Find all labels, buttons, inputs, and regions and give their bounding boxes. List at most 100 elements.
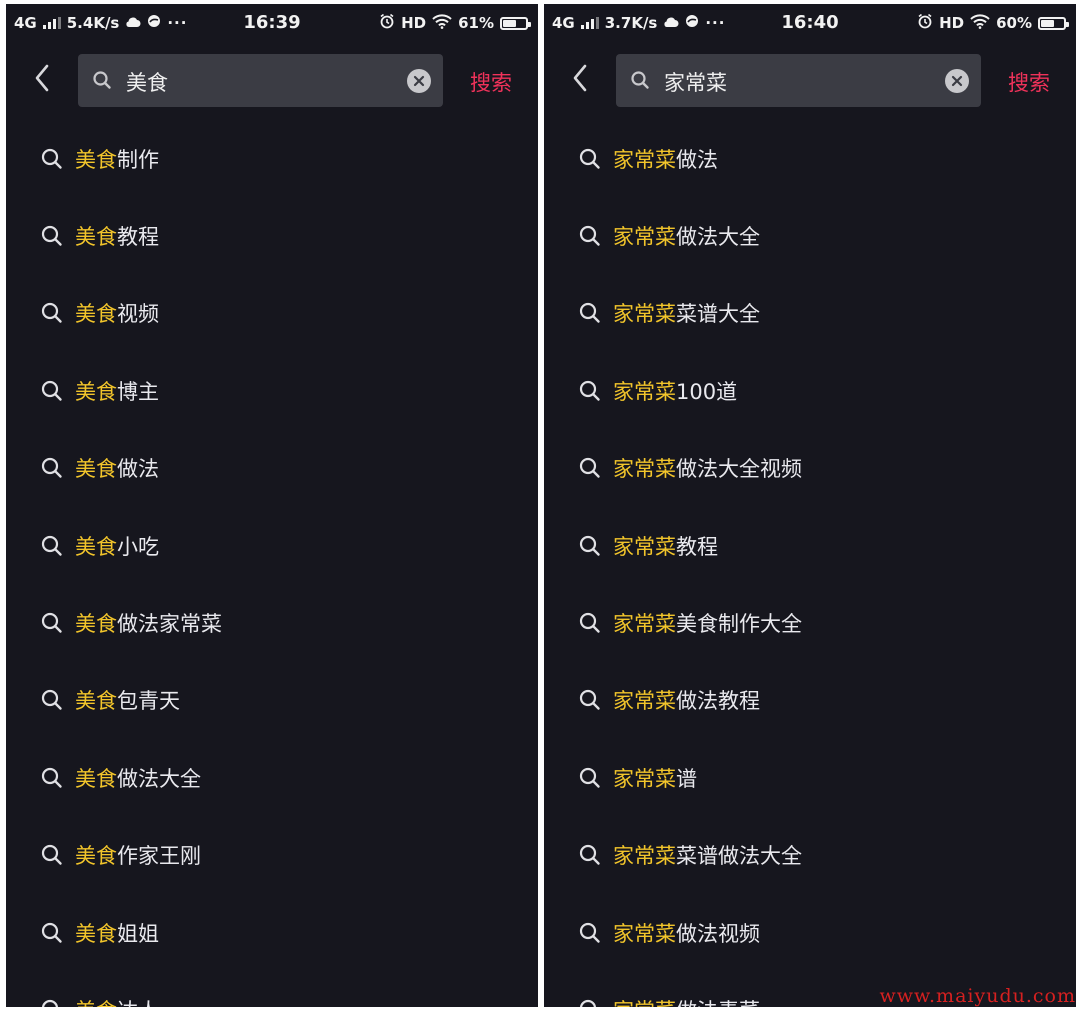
suggestion-rest: 达人: [117, 999, 159, 1007]
suggestion-rest: 做法教程: [676, 689, 760, 714]
suggestion-item[interactable]: 美食做法大全: [6, 739, 538, 816]
chevron-left-icon: [34, 64, 50, 96]
status-bar: 4G 3.7K/s ··· 16:40 HD 60%: [544, 4, 1076, 42]
phone-screen-right: 4G 3.7K/s ··· 16:40 HD 60% 家常菜 搜索 家常菜做法家…: [544, 4, 1076, 1007]
suggestion-item[interactable]: 美食做法家常菜: [6, 584, 538, 661]
suggestion-item[interactable]: 美食制作: [6, 120, 538, 197]
clear-icon: [951, 72, 963, 91]
search-input[interactable]: 美食: [78, 54, 443, 107]
suggestion-item[interactable]: 家常菜100道: [544, 352, 1076, 429]
suggestion-item[interactable]: 家常菜做法视频: [544, 894, 1076, 971]
search-icon: [41, 612, 63, 634]
suggestion-highlight: 家常菜: [613, 534, 676, 559]
suggestion-rest: 教程: [117, 225, 159, 250]
suggestion-text: 美食作家王刚: [75, 840, 201, 870]
suggestion-list: 家常菜做法 家常菜做法大全 家常菜菜谱大全 家常菜100道 家常菜做法大全视频 家常菜教程…: [544, 120, 1076, 1007]
search-icon: [41, 844, 63, 866]
suggestion-highlight: 家常菜: [613, 766, 676, 791]
suggestion-item[interactable]: 美食教程: [6, 197, 538, 274]
suggestion-item[interactable]: 美食姐姐: [6, 894, 538, 971]
search-icon: [579, 302, 601, 324]
suggestion-item[interactable]: 家常菜做法教程: [544, 662, 1076, 739]
suggestion-highlight: 美食: [75, 689, 117, 714]
suggestion-highlight: 美食: [75, 147, 117, 172]
search-icon: [579, 922, 601, 944]
search-icon: [579, 612, 601, 634]
suggestion-item[interactable]: 家常菜菜谱大全: [544, 275, 1076, 352]
suggestion-item[interactable]: 家常菜菜谱做法大全: [544, 817, 1076, 894]
suggestion-item[interactable]: 美食作家王刚: [6, 817, 538, 894]
suggestion-text: 美食包青天: [75, 685, 180, 715]
search-button[interactable]: 搜索: [1008, 67, 1050, 97]
suggestion-highlight: 美食: [75, 844, 117, 869]
search-input[interactable]: 家常菜: [616, 54, 981, 107]
suggestion-rest: 教程: [676, 534, 718, 559]
suggestion-highlight: 美食: [75, 534, 117, 559]
search-icon: [579, 380, 601, 402]
search-icon: [579, 844, 601, 866]
search-icon: [579, 689, 601, 711]
alarm-icon: [917, 13, 933, 33]
suggestion-text: 美食小吃: [75, 531, 159, 561]
suggestion-item[interactable]: 美食达人: [6, 971, 538, 1007]
suggestion-rest: 做法大全视频: [676, 457, 802, 482]
suggestion-item[interactable]: 家常菜做法: [544, 120, 1076, 197]
suggestion-rest: 做法素菜: [676, 999, 760, 1007]
search-icon: [41, 535, 63, 557]
suggestion-text: 家常菜教程: [613, 531, 718, 561]
hd-indicator: HD: [939, 14, 965, 32]
suggestion-text: 美食达人: [75, 995, 159, 1007]
hd-indicator: HD: [401, 14, 427, 32]
back-button[interactable]: [24, 62, 60, 98]
search-bar: 家常菜 搜索: [544, 54, 1076, 107]
suggestion-rest: 包青天: [117, 689, 180, 714]
search-icon: [579, 148, 601, 170]
search-query: 美食: [126, 71, 168, 95]
suggestion-highlight: 家常菜: [613, 225, 676, 250]
suggestion-highlight: 美食: [75, 612, 117, 637]
clear-button[interactable]: [945, 69, 969, 93]
suggestion-rest: 100道: [676, 379, 738, 404]
phone-screen-left: 4G 5.4K/s ··· 16:39 HD 61% 美食 搜索 美食制作 美食教…: [6, 4, 538, 1007]
search-icon: [579, 225, 601, 247]
suggestion-rest: 谱: [676, 766, 697, 791]
search-icon: [41, 999, 63, 1007]
suggestion-item[interactable]: 家常菜美食制作大全: [544, 584, 1076, 661]
search-icon: [41, 689, 63, 711]
suggestion-highlight: 美食: [75, 302, 117, 327]
back-button[interactable]: [562, 62, 598, 98]
suggestion-text: 家常菜谱: [613, 763, 697, 793]
suggestion-item[interactable]: 美食做法: [6, 430, 538, 507]
suggestion-item[interactable]: 家常菜做法大全视频: [544, 430, 1076, 507]
suggestion-item[interactable]: 家常菜做法大全: [544, 197, 1076, 274]
suggestion-rest: 做法: [117, 457, 159, 482]
suggestion-item[interactable]: 家常菜谱: [544, 739, 1076, 816]
clear-icon: [413, 72, 425, 91]
suggestion-text: 美食视频: [75, 298, 159, 328]
suggestion-item[interactable]: 美食小吃: [6, 507, 538, 584]
suggestion-item[interactable]: 美食博主: [6, 352, 538, 429]
suggestion-rest: 视频: [117, 302, 159, 327]
suggestion-item[interactable]: 美食视频: [6, 275, 538, 352]
suggestion-text: 家常菜菜谱做法大全: [613, 840, 802, 870]
suggestion-highlight: 美食: [75, 999, 117, 1007]
search-button[interactable]: 搜索: [470, 67, 512, 97]
clear-button[interactable]: [407, 69, 431, 93]
wifi-icon: [970, 13, 990, 33]
search-icon: [579, 457, 601, 479]
suggestion-rest: 小吃: [117, 534, 159, 559]
search-icon: [41, 225, 63, 247]
search-icon: [92, 70, 112, 94]
search-bar: 美食 搜索: [6, 54, 538, 107]
battery-percent: 60%: [996, 14, 1032, 32]
suggestion-item[interactable]: 家常菜教程: [544, 507, 1076, 584]
suggestion-highlight: 美食: [75, 766, 117, 791]
suggestion-rest: 博主: [117, 379, 159, 404]
suggestion-text: 家常菜做法大全视频: [613, 453, 802, 483]
suggestion-text: 美食教程: [75, 221, 159, 251]
suggestion-highlight: 家常菜: [613, 689, 676, 714]
suggestion-item[interactable]: 美食包青天: [6, 662, 538, 739]
battery-icon: [500, 16, 531, 30]
search-icon: [630, 70, 650, 94]
search-query: 家常菜: [664, 71, 727, 95]
